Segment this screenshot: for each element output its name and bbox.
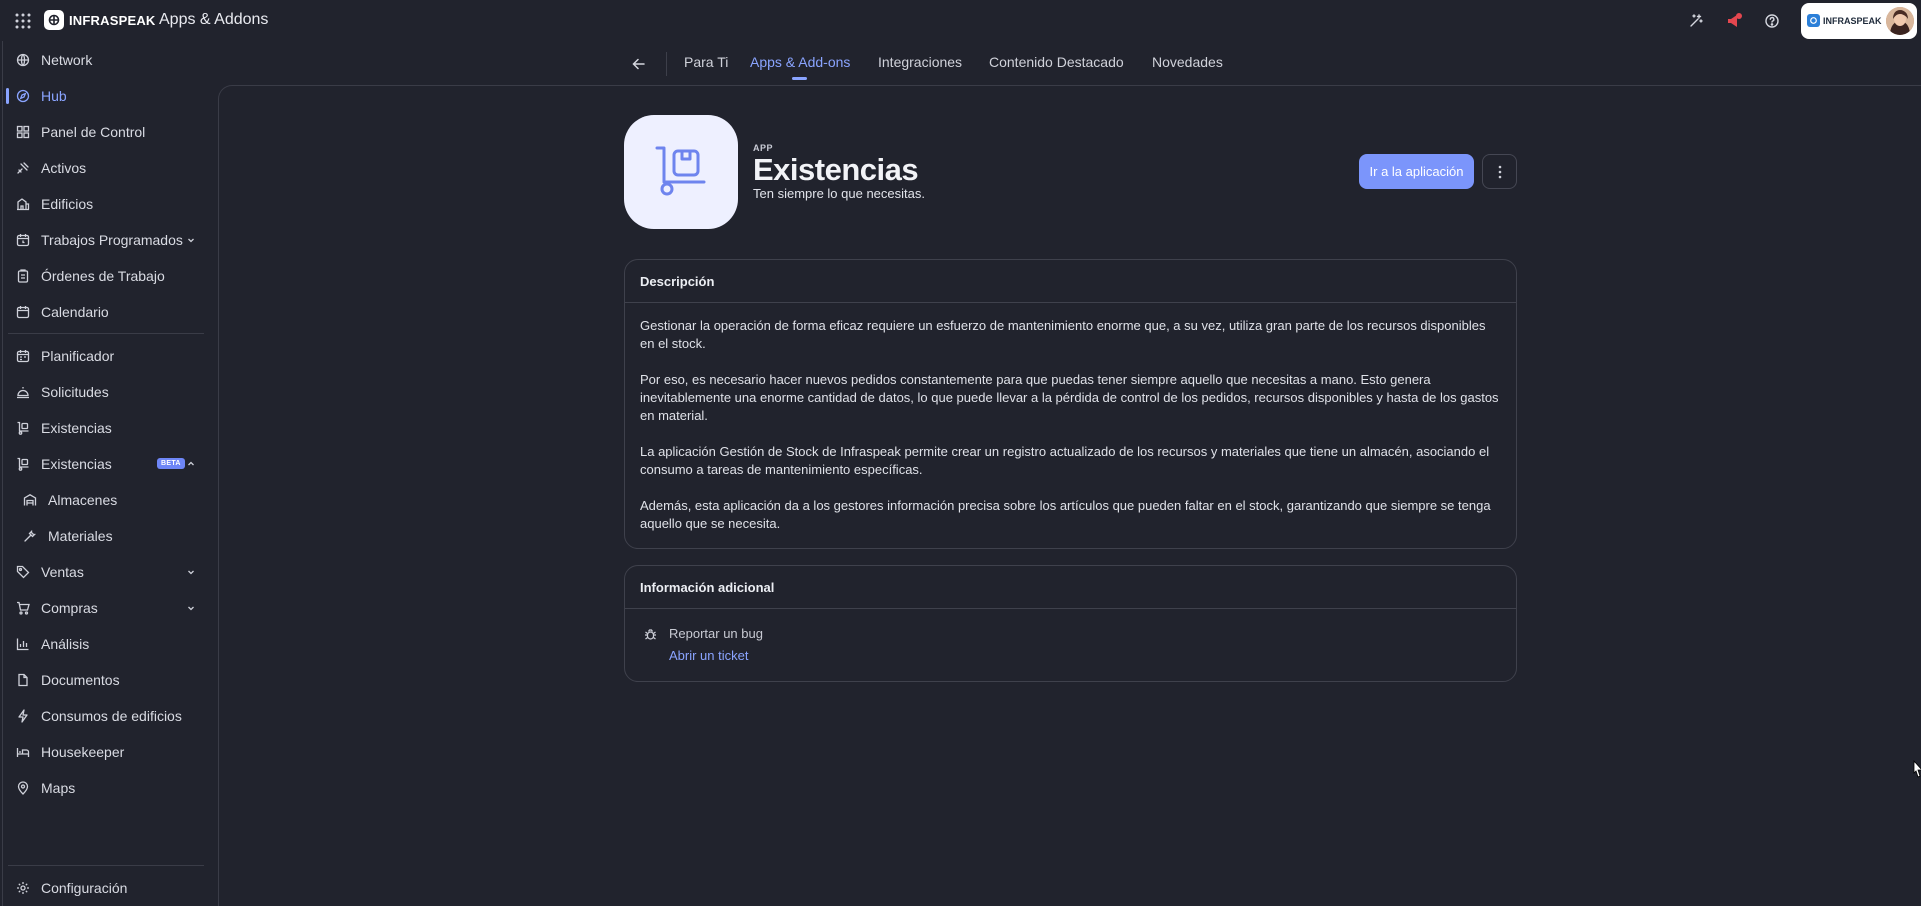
building-icon xyxy=(16,197,30,211)
magic-wand-icon[interactable] xyxy=(1687,12,1705,30)
cart-icon xyxy=(16,601,30,615)
dashboard-icon xyxy=(16,125,30,139)
map-pin-icon xyxy=(16,781,30,795)
notification-megaphone-icon[interactable] xyxy=(1725,12,1743,30)
chevron-down-icon[interactable] xyxy=(186,567,196,577)
bed-icon xyxy=(16,745,30,759)
sidebar-item-activos[interactable]: Activos xyxy=(0,153,204,183)
chevron-up-icon[interactable] xyxy=(186,459,196,469)
infraspeak-logo-icon xyxy=(44,10,64,30)
sidebar-item-materiales[interactable]: Materiales xyxy=(0,521,204,551)
sidebar-item-maps[interactable]: Maps xyxy=(0,773,204,803)
tab-para-ti[interactable]: Para Ti xyxy=(684,54,728,70)
clipboard-icon xyxy=(16,269,30,283)
go-to-app-button[interactable]: Ir a la aplicación xyxy=(1359,154,1474,189)
description-card: Descripción Gestionar la operación de fo… xyxy=(624,259,1517,549)
planner-icon xyxy=(16,349,30,363)
sidebar-item-solicitudes[interactable]: Solicitudes xyxy=(0,377,204,407)
top-bar: INFRASPEAK Apps & Addons INFRASPEAK xyxy=(0,0,1921,41)
back-arrow-icon[interactable] xyxy=(630,55,648,73)
open-ticket-link[interactable]: Abrir un ticket xyxy=(669,648,748,663)
wrench-icon xyxy=(23,529,37,543)
trolley-icon xyxy=(16,457,30,471)
company-logo-icon xyxy=(1807,14,1820,27)
sidebar-item-housekeeper[interactable]: Housekeeper xyxy=(0,737,204,767)
trolley-icon xyxy=(655,146,706,196)
report-bug-row: Reportar un bug Abrir un ticket xyxy=(625,609,1516,681)
assets-icon xyxy=(16,161,30,175)
beta-badge: BETA xyxy=(157,458,185,469)
company-switcher[interactable]: INFRASPEAK xyxy=(1801,2,1917,39)
report-bug-label: Reportar un bug xyxy=(669,626,763,641)
sidebar-item-almacenes[interactable]: Almacenes xyxy=(0,485,204,515)
calendar-icon xyxy=(16,305,30,319)
bug-icon xyxy=(644,628,657,641)
description-paragraph: Por eso, es necesario hacer nuevos pedid… xyxy=(640,372,1499,423)
mouse-cursor-icon xyxy=(1913,760,1921,778)
more-options-button[interactable] xyxy=(1482,154,1517,189)
tag-icon xyxy=(16,565,30,579)
tab-separator xyxy=(666,52,667,76)
app-tagline: Ten siempre lo que necesitas. xyxy=(753,186,925,201)
sidebar-item-existencias-beta[interactable]: Existencias BETA xyxy=(0,449,204,479)
app-name: Existencias xyxy=(753,152,919,187)
user-avatar[interactable] xyxy=(1886,6,1914,35)
sidebar-item-configuracion[interactable]: Configuración xyxy=(0,873,204,903)
additional-info-card: Información adicional Reportar un bug Ab… xyxy=(624,565,1517,682)
description-paragraph: Además, esta aplicación da a los gestore… xyxy=(640,498,1491,531)
trolley-icon xyxy=(16,421,30,435)
description-paragraph: Gestionar la operación de forma eficaz r… xyxy=(640,318,1486,351)
sidebar-item-network[interactable]: Network xyxy=(0,45,204,75)
sidebar-item-analisis[interactable]: Análisis xyxy=(0,629,204,659)
top-actions: INFRASPEAK xyxy=(1687,0,1921,41)
sidebar-item-panel-de-control[interactable]: Panel de Control xyxy=(0,117,204,147)
tab-contenido-destacado[interactable]: Contenido Destacado xyxy=(989,54,1124,70)
apps-grid-icon[interactable] xyxy=(14,12,32,30)
sidebar-divider xyxy=(8,865,204,866)
sidebar-item-trabajos-programados[interactable]: Trabajos Programados xyxy=(0,225,204,255)
sidebar-item-edificios[interactable]: Edificios xyxy=(0,189,204,219)
description-title: Descripción xyxy=(625,260,1516,303)
bell-service-icon xyxy=(16,385,30,399)
additional-info-title: Información adicional xyxy=(625,566,1516,609)
sidebar-item-hub[interactable]: Hub xyxy=(0,81,204,111)
warehouse-icon xyxy=(23,493,37,507)
tab-novedades[interactable]: Novedades xyxy=(1152,54,1223,70)
globe-icon xyxy=(16,53,30,67)
chevron-down-icon[interactable] xyxy=(186,603,196,613)
description-paragraph: La aplicación Gestión de Stock de Infras… xyxy=(640,444,1490,477)
sidebar-item-ordenes-de-trabajo[interactable]: Órdenes de Trabajo xyxy=(0,261,204,291)
lightning-icon xyxy=(16,709,30,723)
gear-icon xyxy=(16,881,30,895)
page-title: Apps & Addons xyxy=(159,11,269,28)
sidebar-divider xyxy=(8,333,204,334)
sidebar-item-calendario[interactable]: Calendario xyxy=(0,297,204,327)
sidebar-item-ventas[interactable]: Ventas xyxy=(0,557,204,587)
bar-chart-icon xyxy=(16,637,30,651)
logo-text: INFRASPEAK xyxy=(69,12,156,28)
sidebar-item-documentos[interactable]: Documentos xyxy=(0,665,204,695)
help-icon[interactable] xyxy=(1763,12,1781,30)
active-tab-indicator xyxy=(792,77,807,80)
sidebar-item-planificador[interactable]: Planificador xyxy=(0,341,204,371)
chevron-down-icon[interactable] xyxy=(186,235,196,245)
description-body: Gestionar la operación de forma eficaz r… xyxy=(625,303,1516,533)
document-icon xyxy=(16,673,30,687)
compass-icon xyxy=(16,89,30,103)
sidebar-item-compras[interactable]: Compras xyxy=(0,593,204,623)
calendar-clock-icon xyxy=(16,233,30,247)
app-icon xyxy=(624,115,738,229)
company-name: INFRASPEAK xyxy=(1823,15,1882,26)
more-vertical-icon xyxy=(1498,165,1501,178)
infraspeak-logo[interactable]: INFRASPEAK xyxy=(44,10,156,30)
tab-integraciones[interactable]: Integraciones xyxy=(878,54,962,70)
sidebar-item-consumos-de-edificios[interactable]: Consumos de edificios xyxy=(0,701,204,731)
sidebar-item-existencias[interactable]: Existencias xyxy=(0,413,204,443)
tab-apps-add-ons[interactable]: Apps & Add-ons xyxy=(750,54,850,70)
sidebar: Network Hub Panel de Control Activos Edi… xyxy=(0,41,204,906)
